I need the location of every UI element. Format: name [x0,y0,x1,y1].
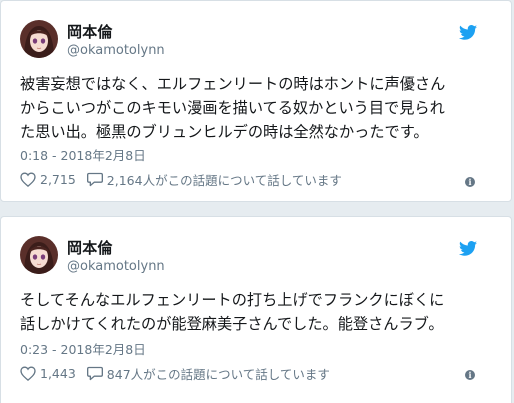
info-icon[interactable]: i [465,177,475,187]
twitter-bird-icon[interactable] [459,241,477,256]
tweet-card[interactable]: 岡本倫 @okamotolynn そしてそんなエルフェンリートの打ち上げでフラン… [0,216,512,403]
display-name[interactable]: 岡本倫 [67,21,113,42]
tweet-actions: 2,715 2,164人がこの話題について話しています [20,170,342,189]
twitter-bird-icon[interactable] [459,25,477,40]
avatar[interactable] [20,236,58,274]
like-count: 2,715 [40,172,76,187]
speech-bubble-icon [86,366,103,381]
info-icon[interactable]: i [465,370,475,380]
conversation-count: 847人がこの話題について話しています [106,367,330,382]
timestamp-link[interactable]: 0:18 - 2018年2月8日 [20,145,146,164]
conversation-button[interactable]: 2,164人がこの話題について話しています [86,170,342,189]
like-button[interactable]: 2,715 [20,172,76,187]
screen-name[interactable]: @okamotolynn [67,259,165,274]
tweet-text: そしてそんなエルフェンリートの打ち上げでフランクにぼくに 話しかけてくれたのが能… [20,291,445,333]
tweet-text: 被害妄想ではなく、エルフェンリートの時はホントに声優さん からこいつがこのキモい… [20,75,446,141]
screen-name[interactable]: @okamotolynn [67,43,165,58]
conversation-count: 2,164人がこの話題について話しています [106,173,342,188]
tweet-card[interactable]: 岡本倫 @okamotolynn 被害妄想ではなく、エルフェンリートの時はホント… [0,0,512,202]
speech-bubble-icon [86,172,103,187]
heart-icon [20,172,36,187]
display-name[interactable]: 岡本倫 [67,237,113,258]
avatar[interactable] [20,20,58,58]
heart-icon [20,366,36,381]
like-count: 1,443 [40,366,76,381]
timestamp-link[interactable]: 0:23 - 2018年2月8日 [20,339,146,358]
tweet-actions: 1,443 847人がこの話題について話しています [20,364,330,383]
like-button[interactable]: 1,443 [20,366,76,381]
conversation-button[interactable]: 847人がこの話題について話しています [86,364,330,383]
